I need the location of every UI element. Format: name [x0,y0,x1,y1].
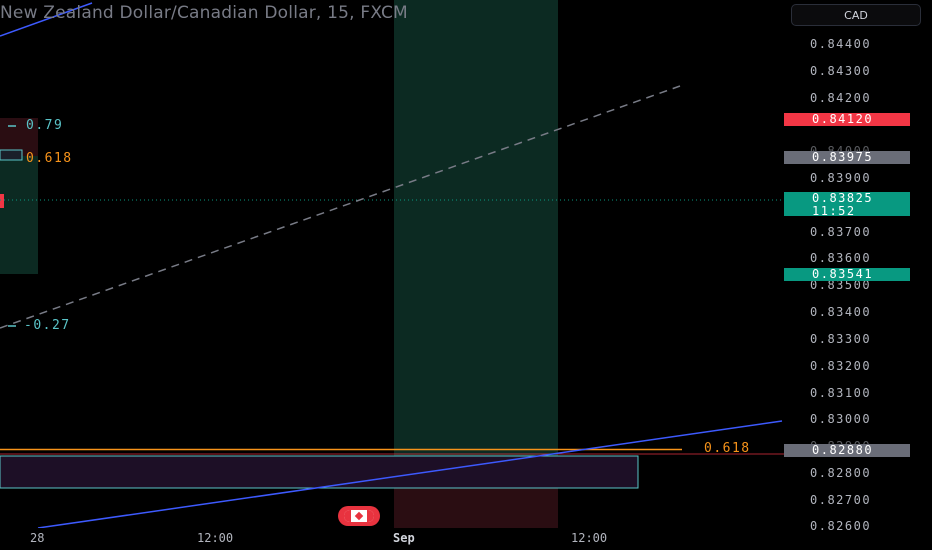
fib-label-bottom: 0.618 [704,441,751,456]
fib-label-upper: 0.79 [26,118,64,133]
price-tick: 0.84200 [810,91,872,105]
symbol-title[interactable]: New Zealand Dollar/Canadian Dollar, 15, … [0,3,408,23]
currency-button[interactable]: CAD [791,4,921,26]
price-tick: 0.82800 [810,466,872,480]
price-tick: 0.83900 [810,171,872,185]
price-tick: 0.84300 [810,64,872,78]
price-tick: 0.83600 [810,251,872,265]
price-tag-red: 0.84120 [784,113,910,126]
canada-flag-icon[interactable] [338,506,380,526]
time-tick: 28 [30,531,45,545]
price-tick: 0.83200 [810,359,872,373]
price-tick: 0.82700 [810,493,872,507]
price-tick: 0.83700 [810,225,872,239]
price-tag-green: 0.83541 [784,268,910,281]
fib-handle-box[interactable] [0,149,23,161]
position-marker [0,194,4,208]
time-tick: 12:00 [571,531,608,545]
price-tag-lower-grey: 0.82880 [784,444,910,457]
price-tick: 0.84400 [810,37,872,51]
rectangle-zone[interactable] [0,455,639,489]
current-price-tag: 0.83825 11:52 [784,192,910,218]
price-tick: 0.83100 [810,386,872,400]
time-tick: Sep [393,531,415,545]
time-tick: 12:00 [197,531,234,545]
dashed-trendline[interactable] [0,85,681,329]
price-tick: 0.83300 [810,332,872,346]
price-tick: 0.82600 [810,519,872,533]
price-tag-grey: 0.83975 [784,151,910,164]
bar-countdown: 11:52 [812,204,856,218]
fib-label-lower: -0.27 [24,318,71,333]
time-axis-bg[interactable] [0,528,932,550]
fib-zone-green [0,156,38,274]
fib-label-middle: 0.618 [26,151,73,166]
price-tick: 0.83400 [810,305,872,319]
price-tick: 0.83000 [810,412,872,426]
session-highlight-green [394,0,558,456]
